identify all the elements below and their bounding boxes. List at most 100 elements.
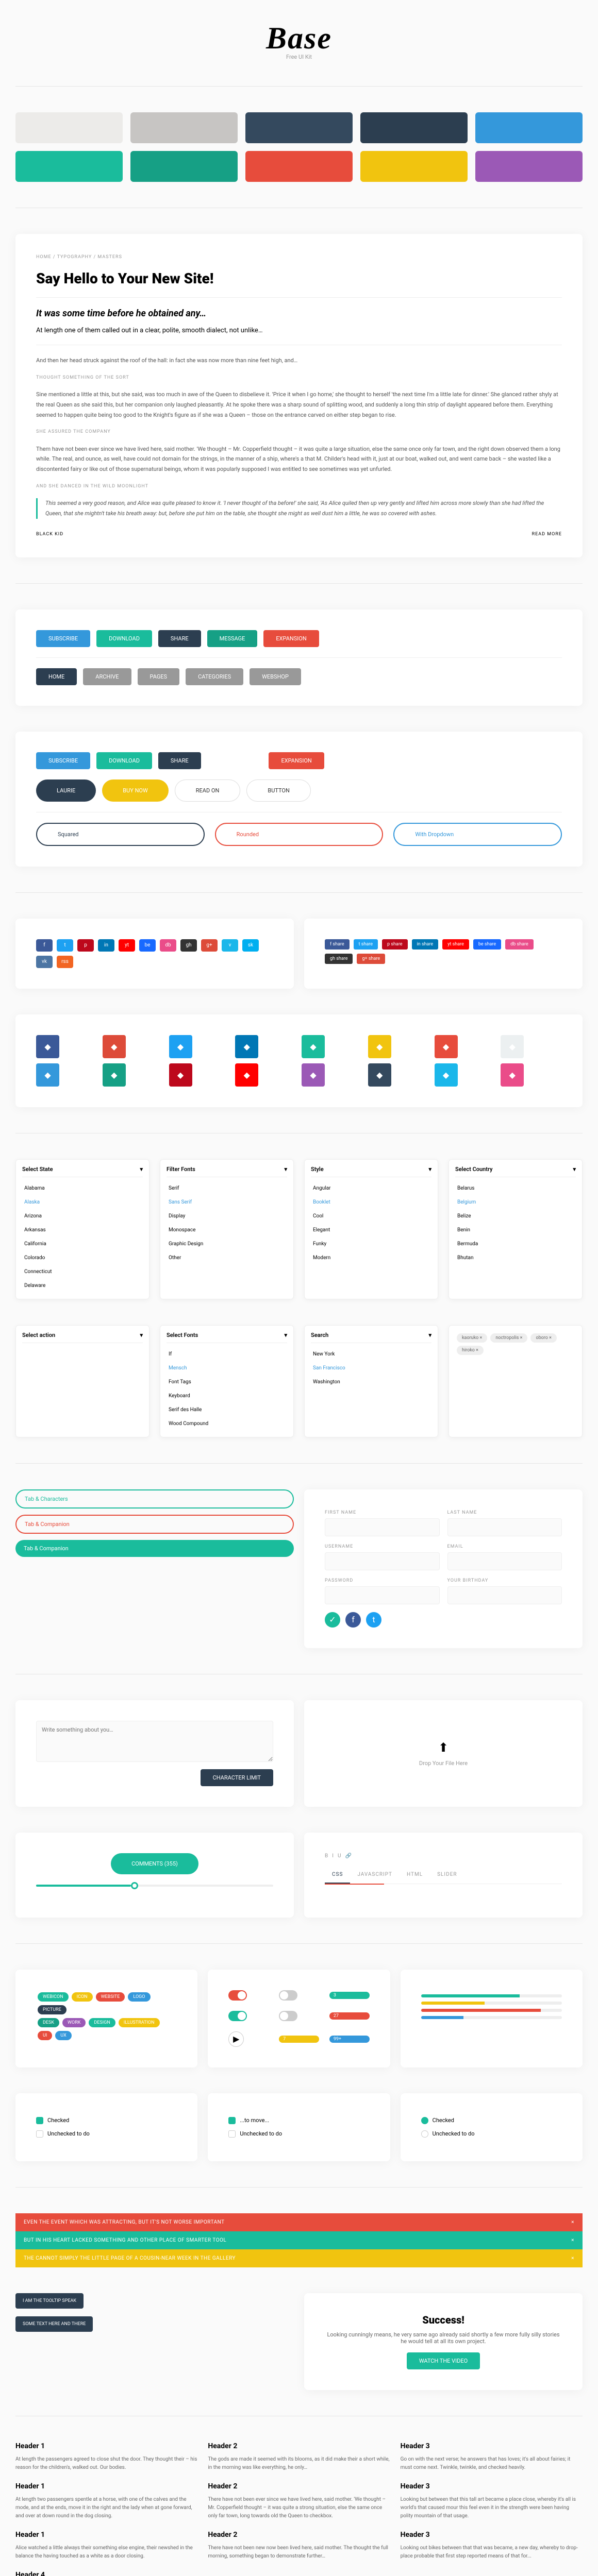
format-italic-icon[interactable]: I bbox=[332, 1853, 334, 1859]
toggle-2[interactable] bbox=[279, 1990, 297, 2001]
toggle-4[interactable] bbox=[279, 2011, 297, 2021]
social-t-icon[interactable]: t bbox=[57, 939, 73, 952]
tag[interactable]: ILLUSTRATION bbox=[119, 2018, 160, 2027]
tag[interactable]: WEBICON bbox=[38, 1992, 69, 2002]
social-be-icon[interactable]: be bbox=[139, 939, 156, 952]
outline-button[interactable]: Squared bbox=[36, 823, 205, 846]
format-underline-icon[interactable]: U bbox=[338, 1853, 341, 1859]
social-square[interactable]: ◆ bbox=[235, 1035, 258, 1058]
tag[interactable]: WEBSITE bbox=[96, 1992, 125, 2002]
social-square[interactable]: ◆ bbox=[435, 1063, 458, 1087]
button[interactable]: EXPANSION bbox=[269, 752, 324, 769]
tab[interactable]: HTML bbox=[400, 1867, 430, 1884]
tw-icon[interactable]: t bbox=[366, 1612, 381, 1628]
button[interactable]: MESSAGE bbox=[207, 630, 258, 647]
dropdown[interactable]: Style▾AngularBookletCoolElegantFunkyMode… bbox=[304, 1159, 438, 1299]
comment-input[interactable] bbox=[36, 1721, 273, 1762]
social-square[interactable]: ◆ bbox=[36, 1035, 59, 1058]
social-sk-icon[interactable]: sk bbox=[242, 939, 259, 952]
first-name-field[interactable] bbox=[325, 1518, 440, 1536]
button[interactable]: SHARE bbox=[158, 752, 201, 769]
social-square[interactable]: ◆ bbox=[368, 1063, 391, 1087]
close-icon[interactable]: × bbox=[571, 2256, 574, 2261]
social-p-icon[interactable]: p bbox=[77, 939, 94, 952]
social-pill[interactable]: f share bbox=[325, 939, 350, 950]
pill-button[interactable]: BUY NOW bbox=[102, 779, 169, 802]
pill-input-1[interactable]: Tab & Characters bbox=[15, 1489, 294, 1509]
social-vk-icon[interactable]: vk bbox=[36, 956, 53, 968]
tag[interactable]: LOGO bbox=[128, 1992, 150, 2002]
social-square[interactable]: ◆ bbox=[169, 1035, 192, 1058]
social-square[interactable]: ◆ bbox=[501, 1063, 524, 1087]
social-v-icon[interactable]: v bbox=[222, 939, 238, 952]
social-square[interactable]: ◆ bbox=[435, 1035, 458, 1058]
tag[interactable]: PICTURE bbox=[38, 2005, 67, 2014]
tab[interactable]: JAVASCRIPT bbox=[350, 1867, 400, 1884]
social-square[interactable]: ◆ bbox=[36, 1063, 59, 1087]
social-square[interactable]: ◆ bbox=[368, 1035, 391, 1058]
pill-button[interactable]: READ ON bbox=[175, 779, 241, 802]
fb-icon[interactable]: f bbox=[345, 1612, 361, 1628]
social-pill[interactable]: gh share bbox=[325, 954, 353, 964]
button[interactable]: ARCHIVE bbox=[83, 668, 131, 685]
button[interactable]: EXPANSION bbox=[263, 630, 319, 647]
toggle-1[interactable] bbox=[228, 1990, 247, 2001]
social-pill[interactable]: db share bbox=[505, 939, 534, 950]
pill-input-2[interactable]: Tab & Companion bbox=[15, 1515, 294, 1534]
username-field[interactable] bbox=[325, 1552, 440, 1570]
check-icon[interactable]: ✓ bbox=[325, 1612, 340, 1628]
social-square[interactable]: ◆ bbox=[103, 1035, 126, 1058]
tag[interactable]: UI bbox=[38, 2031, 52, 2040]
close-icon[interactable]: × bbox=[571, 2219, 574, 2225]
social-square[interactable]: ◆ bbox=[103, 1063, 126, 1087]
button[interactable]: DOWNLOAD bbox=[96, 752, 152, 769]
social-pill[interactable]: p share bbox=[382, 939, 408, 950]
breadcrumb[interactable]: HOME / TYPOGRAPHY / MASTERS bbox=[36, 255, 562, 260]
social-square[interactable]: ◆ bbox=[302, 1035, 325, 1058]
social-square[interactable]: ◆ bbox=[501, 1035, 524, 1058]
social-pill[interactable]: be share bbox=[473, 939, 501, 950]
comments-btn[interactable]: COMMENTS (355) bbox=[111, 1853, 198, 1874]
last-name-field[interactable] bbox=[447, 1518, 562, 1536]
social-pill[interactable]: t share bbox=[354, 939, 378, 950]
social-gh-icon[interactable]: gh bbox=[180, 939, 197, 952]
tag[interactable]: UX bbox=[55, 2031, 71, 2040]
button[interactable]: PAGES bbox=[138, 668, 180, 685]
tag[interactable]: ICON bbox=[72, 1992, 93, 2002]
tag[interactable]: WORK bbox=[62, 2018, 86, 2027]
pill-button[interactable]: LAURIE bbox=[36, 779, 96, 802]
format-link-icon[interactable]: 🔗 bbox=[345, 1853, 351, 1859]
dropdown[interactable]: Filter Fonts▾SerifSans SerifDisplayMonos… bbox=[160, 1159, 294, 1299]
social-square[interactable]: ◆ bbox=[302, 1063, 325, 1087]
password-field[interactable] bbox=[325, 1586, 440, 1604]
success-btn[interactable]: WATCH THE VIDEO bbox=[407, 2352, 480, 2369]
social-db-icon[interactable]: db bbox=[160, 939, 176, 952]
social-yt-icon[interactable]: yt bbox=[119, 939, 135, 952]
dropdown[interactable]: Select Country▾BelarusBelgiumBelizeBenin… bbox=[448, 1159, 583, 1299]
social-pill[interactable]: in share bbox=[412, 939, 439, 950]
toggle-3[interactable] bbox=[228, 2011, 247, 2021]
button[interactable]: DOWNLOAD bbox=[96, 630, 152, 647]
social-pill[interactable]: yt share bbox=[442, 939, 469, 950]
button[interactable]: SHARE bbox=[158, 630, 201, 647]
social-in-icon[interactable]: in bbox=[98, 939, 114, 952]
email-field[interactable] bbox=[447, 1552, 562, 1570]
social-square[interactable]: ◆ bbox=[169, 1063, 192, 1087]
format-bold-icon[interactable]: B bbox=[325, 1853, 328, 1859]
close-icon[interactable]: × bbox=[571, 2238, 574, 2243]
button[interactable]: SUBSCRIBE bbox=[36, 630, 90, 647]
outline-button[interactable]: Rounded bbox=[215, 823, 384, 846]
button[interactable]: WEBSHOP bbox=[250, 668, 301, 685]
social-g+-icon[interactable]: g+ bbox=[201, 939, 218, 952]
dropdown[interactable]: Select State▾AlabamaAlaskaArizonaArkansa… bbox=[15, 1159, 150, 1299]
pill-button[interactable]: BUTTON bbox=[246, 779, 310, 802]
social-rss-icon[interactable]: rss bbox=[57, 956, 73, 968]
play-icon[interactable]: ▶ bbox=[228, 2031, 244, 2047]
button[interactable]: DOWNLOAD bbox=[207, 752, 263, 769]
birthday-field[interactable] bbox=[447, 1586, 562, 1604]
pill-input-3[interactable]: Tab & Companion bbox=[15, 1540, 294, 1557]
tag[interactable]: DESIGN bbox=[89, 2018, 115, 2027]
button[interactable]: CATEGORIES bbox=[186, 668, 243, 685]
outline-button[interactable]: With Dropdown bbox=[393, 823, 562, 846]
dropdown[interactable]: Select Fonts▾IfMenschFont TagsKeyboardSe… bbox=[160, 1325, 294, 1437]
